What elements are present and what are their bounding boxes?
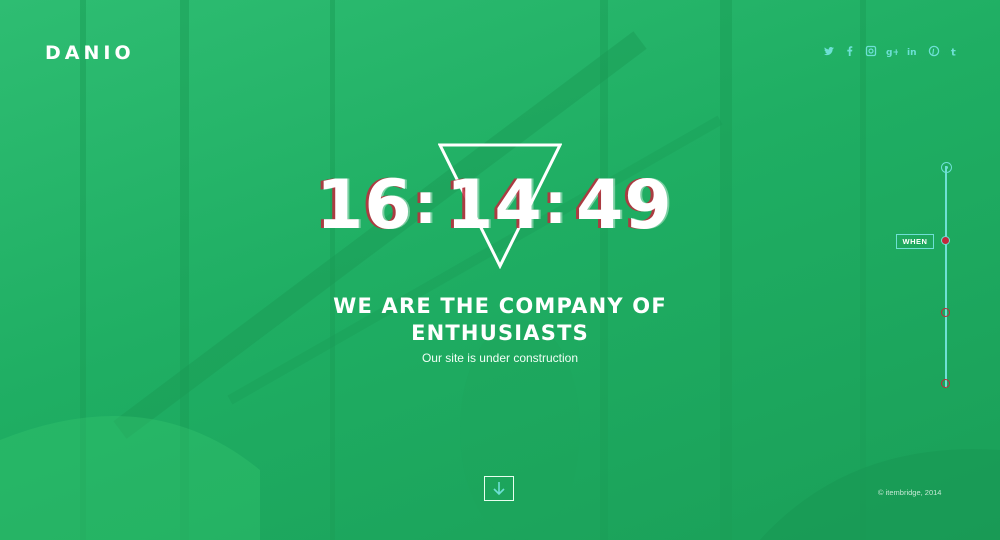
countdown-separator: : [414, 172, 438, 237]
facebook-icon[interactable] [839, 44, 860, 58]
timeline-step-3[interactable] [941, 308, 950, 317]
background-image [0, 0, 1000, 540]
linkedin-icon[interactable]: in [902, 44, 923, 58]
pinterest-icon[interactable] [923, 44, 944, 58]
countdown-seconds: 49 [576, 166, 673, 245]
bike-photo-overlay [0, 0, 1000, 540]
countdown-hours: 16 [316, 166, 413, 245]
countdown-minutes: 14 [446, 166, 543, 245]
svg-text:t: t [951, 48, 956, 58]
countdown-timer: 16: 14: 49 [316, 166, 696, 250]
arrow-down-icon [493, 481, 505, 495]
section-timeline-nav [944, 160, 948, 395]
timeline-active-label: WHEN [896, 234, 934, 249]
timeline-step-1[interactable] [941, 162, 952, 173]
hero-headline: WE ARE THE COMPANY OF ENTHUSIASTS [250, 293, 750, 347]
timeline-line [945, 166, 947, 388]
svg-text:in: in [907, 48, 917, 57]
headline-line-2: ENTHUSIASTS [411, 321, 589, 345]
timeline-step-2-active[interactable] [941, 236, 950, 245]
hero-subtitle: Our site is under construction [421, 351, 579, 365]
social-links: g+ in t [818, 44, 965, 58]
timeline-step-4[interactable] [941, 379, 950, 388]
tumblr-icon[interactable]: t [944, 44, 965, 58]
google-plus-icon[interactable]: g+ [881, 44, 902, 58]
brand-logo[interactable]: DANIO [45, 42, 135, 64]
svg-text:g+: g+ [886, 48, 898, 57]
countdown-separator: : [544, 172, 568, 237]
headline-line-1: WE ARE THE COMPANY OF [333, 294, 667, 318]
scroll-down-button[interactable] [484, 476, 514, 501]
twitter-icon[interactable] [818, 44, 839, 58]
instagram-icon[interactable] [860, 44, 881, 58]
copyright-text: © itembridge, 2014 [878, 488, 942, 497]
